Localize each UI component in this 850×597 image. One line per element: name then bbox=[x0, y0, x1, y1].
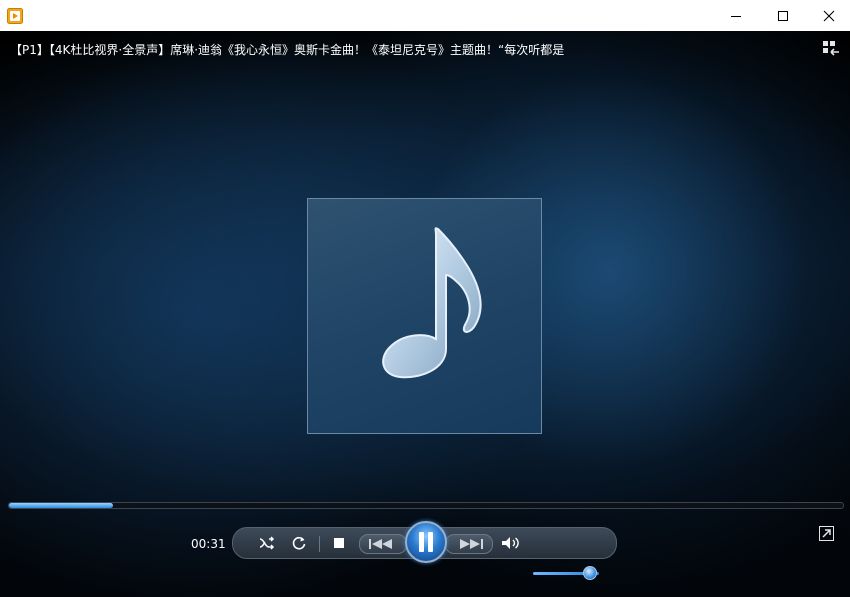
fullscreen-icon[interactable] bbox=[819, 526, 834, 541]
maximize-icon bbox=[778, 10, 788, 21]
minimize-icon bbox=[731, 15, 741, 17]
close-button[interactable] bbox=[806, 0, 850, 31]
separator bbox=[319, 536, 320, 552]
maximize-button[interactable] bbox=[760, 0, 806, 31]
previous-button[interactable] bbox=[359, 534, 407, 554]
next-icon bbox=[460, 539, 483, 549]
play-pause-button[interactable] bbox=[405, 521, 447, 563]
shuffle-button[interactable] bbox=[257, 534, 277, 552]
title-bar bbox=[0, 0, 850, 31]
minimize-button[interactable] bbox=[713, 0, 759, 31]
stop-icon bbox=[334, 538, 344, 548]
shuffle-icon bbox=[259, 536, 275, 550]
volume-slider-thumb[interactable] bbox=[583, 566, 598, 580]
media-player-window: 【P1】【4K杜比视界·全景声】席琳·迪翁《我心永恒》奥斯卡金曲！《泰坦尼克号》… bbox=[0, 0, 850, 597]
media-title: 【P1】【4K杜比视界·全景声】席琳·迪翁《我心永恒》奥斯卡金曲！《泰坦尼克号》… bbox=[10, 43, 565, 57]
previous-icon bbox=[369, 539, 392, 549]
repeat-button[interactable] bbox=[289, 534, 309, 552]
seek-progress bbox=[9, 503, 114, 508]
mute-button[interactable] bbox=[499, 534, 521, 552]
now-playing-area[interactable]: 【P1】【4K杜比视界·全景声】席琳·迪翁《我心永恒》奥斯卡金曲！《泰坦尼克号》… bbox=[0, 31, 850, 597]
pause-icon bbox=[419, 532, 433, 552]
stop-button[interactable] bbox=[329, 534, 349, 552]
seek-bar[interactable] bbox=[8, 502, 844, 509]
elapsed-time: 00:31 bbox=[191, 537, 226, 551]
volume-icon bbox=[502, 537, 519, 549]
repeat-icon bbox=[292, 536, 306, 550]
switch-to-library-icon[interactable] bbox=[822, 40, 840, 58]
close-icon bbox=[823, 10, 835, 21]
music-note-icon bbox=[382, 227, 482, 379]
media-player-icon[interactable] bbox=[7, 8, 23, 24]
album-art bbox=[307, 198, 542, 434]
next-button[interactable] bbox=[445, 534, 493, 554]
